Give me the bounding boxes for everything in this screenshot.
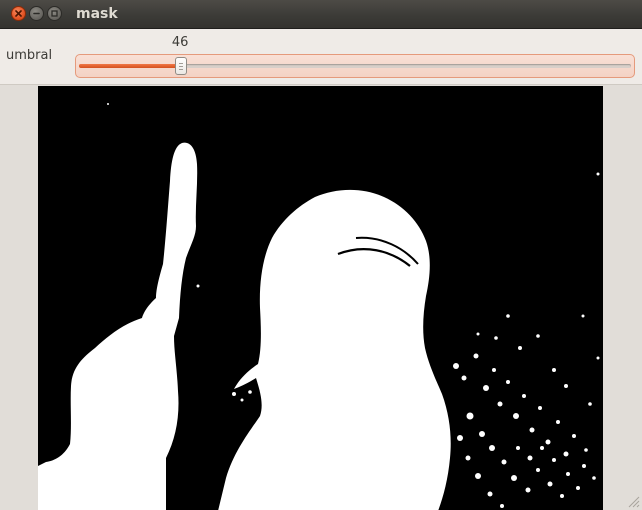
window-title: mask — [76, 6, 118, 22]
trackbar-value: 46 — [171, 35, 189, 50]
minimize-button[interactable] — [29, 6, 44, 21]
close-button[interactable] — [11, 6, 26, 21]
resize-grip-icon[interactable] — [626, 494, 640, 508]
minimize-icon — [33, 12, 40, 15]
trackbar-label: umbral — [6, 48, 53, 63]
mask-image — [38, 86, 603, 510]
slider-fill — [79, 64, 182, 68]
slider-handle[interactable] — [175, 57, 188, 75]
trackbar-panel: umbral 46 — [0, 29, 642, 84]
close-icon — [15, 10, 22, 17]
slider-groove[interactable] — [79, 64, 631, 68]
maximize-button[interactable] — [47, 6, 62, 21]
app-window: mask umbral 46 — [0, 0, 642, 510]
image-view — [0, 84, 642, 510]
umbral-slider[interactable] — [75, 54, 635, 78]
maximize-icon — [51, 10, 58, 17]
title-bar[interactable]: mask — [0, 0, 642, 29]
